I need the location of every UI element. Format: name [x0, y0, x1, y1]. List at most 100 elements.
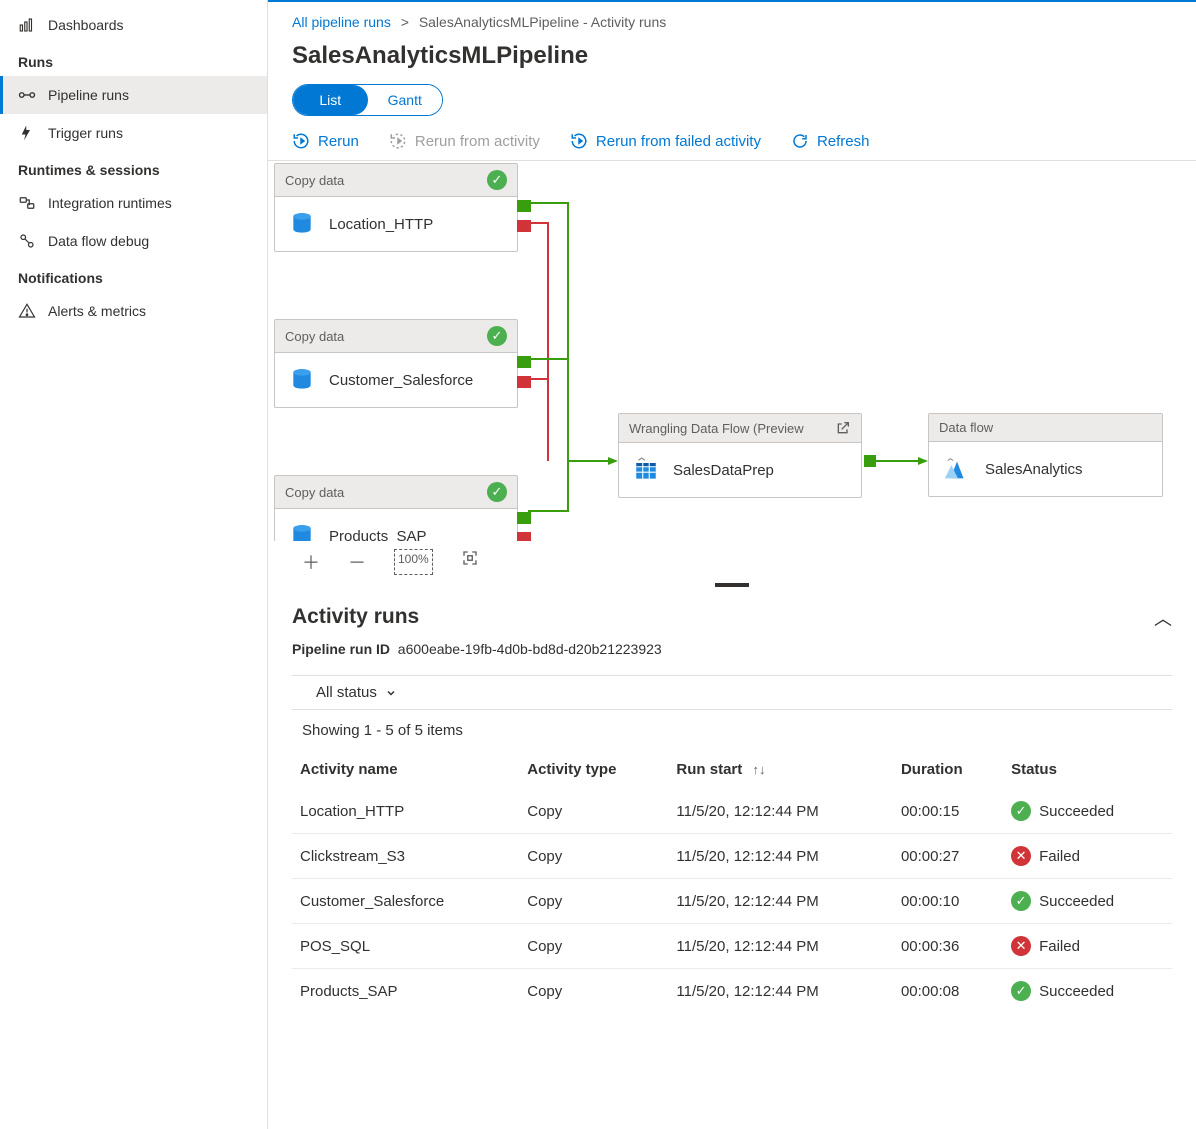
status-success-icon: ✓ [487, 170, 507, 190]
table-row[interactable]: Location_HTTPCopy11/5/20, 12:12:44 PM00:… [292, 789, 1172, 834]
dataflow-debug-icon [18, 232, 36, 250]
view-toggle-list[interactable]: List [293, 85, 368, 115]
table-row[interactable]: POS_SQLCopy11/5/20, 12:12:44 PM00:00:36✕… [292, 924, 1172, 969]
dashboard-icon [18, 16, 36, 34]
fit-to-screen-button[interactable] [461, 549, 479, 575]
status-success-icon: ✓ [487, 326, 507, 346]
cell-run-start: 11/5/20, 12:12:44 PM [668, 834, 893, 879]
node-title: SalesAnalytics [985, 461, 1083, 478]
sidebar-group-notifications: Notifications [0, 260, 267, 292]
cell-run-start: 11/5/20, 12:12:44 PM [668, 789, 893, 834]
sidebar-group-runs: Runs [0, 44, 267, 76]
rerun-from-activity-button: Rerun from activity [389, 132, 540, 150]
node-title: Location_HTTP [329, 216, 433, 233]
run-id-label: Pipeline run ID [292, 641, 390, 657]
cell-activity-name: Clickstream_S3 [292, 834, 519, 879]
sidebar-item-pipeline-runs[interactable]: Pipeline runs [0, 76, 267, 114]
view-toggle-gantt[interactable]: Gantt [368, 85, 443, 115]
database-icon [289, 523, 315, 541]
activity-node-salesdataprep[interactable]: Wrangling Data Flow (Preview SalesDataPr… [618, 413, 862, 498]
canvas-zoom-toolbar: ＋ － 100% [268, 541, 1196, 583]
cell-activity-name: Customer_Salesforce [292, 879, 519, 924]
cell-run-start: 11/5/20, 12:12:44 PM [668, 879, 893, 924]
main-content: All pipeline runs > SalesAnalyticsMLPipe… [268, 0, 1196, 1129]
failed-icon: ✕ [1011, 846, 1031, 866]
sidebar-item-label: Data flow debug [48, 233, 149, 249]
zoom-reset-button[interactable]: 100% [394, 549, 433, 575]
node-title: Customer_Salesforce [329, 372, 473, 389]
cell-duration: 00:00:27 [893, 834, 1003, 879]
toolbar: Rerun Rerun from activity Rerun from fai… [268, 116, 1196, 161]
node-type-label: Copy data [285, 485, 344, 500]
view-toggle: List Gantt [292, 84, 443, 116]
cell-duration: 00:00:15 [893, 789, 1003, 834]
database-icon [289, 367, 315, 393]
node-type-label: Copy data [285, 173, 344, 188]
node-type-label: Wrangling Data Flow (Preview [629, 421, 804, 436]
success-icon: ✓ [1011, 801, 1031, 821]
cell-status: ✕Failed [1003, 924, 1172, 969]
cell-activity-type: Copy [519, 789, 668, 834]
pipeline-icon [18, 86, 36, 104]
sidebar: Dashboards Runs Pipeline runs Trigger ru… [0, 0, 268, 1129]
sidebar-group-runtimes: Runtimes & sessions [0, 152, 267, 184]
showing-text: Showing 1 - 5 of 5 items [268, 710, 1196, 751]
table-icon [633, 457, 659, 483]
sidebar-item-alerts[interactable]: Alerts & metrics [0, 292, 267, 330]
col-run-start[interactable]: Run start ↑↓ [668, 751, 893, 789]
activity-node-products-sap[interactable]: Copy data ✓ Products_SAP [274, 475, 518, 541]
col-activity-type[interactable]: Activity type [519, 751, 668, 789]
cell-activity-type: Copy [519, 879, 668, 924]
sidebar-item-label: Dashboards [48, 17, 124, 33]
cell-status: ✓Succeeded [1003, 879, 1172, 924]
page-title: SalesAnalyticsMLPipeline [268, 34, 1196, 84]
success-icon: ✓ [1011, 981, 1031, 1001]
dataflow-icon [943, 456, 971, 482]
table-row[interactable]: Products_SAPCopy11/5/20, 12:12:44 PM00:0… [292, 969, 1172, 1014]
rerun-from-failed-button[interactable]: Rerun from failed activity [570, 132, 761, 150]
sidebar-item-trigger-runs[interactable]: Trigger runs [0, 114, 267, 152]
pipeline-canvas[interactable]: Copy data ✓ Location_HTTP Copy data ✓ Cu… [268, 161, 1196, 541]
sort-icon: ↑↓ [752, 762, 765, 777]
sidebar-item-data-flow-debug[interactable]: Data flow debug [0, 222, 267, 260]
cell-duration: 00:00:08 [893, 969, 1003, 1014]
sidebar-item-label: Trigger runs [48, 125, 123, 141]
refresh-button[interactable]: Refresh [791, 132, 870, 150]
activity-node-customer-salesforce[interactable]: Copy data ✓ Customer_Salesforce [274, 319, 518, 408]
open-external-icon[interactable] [835, 420, 851, 436]
sidebar-item-integration-runtimes[interactable]: Integration runtimes [0, 184, 267, 222]
cell-duration: 00:00:36 [893, 924, 1003, 969]
breadcrumb-current: SalesAnalyticsMLPipeline - Activity runs [419, 14, 666, 30]
zoom-in-button[interactable]: ＋ [302, 549, 320, 575]
status-filter-dropdown[interactable]: All status [316, 684, 397, 701]
cell-status: ✓Succeeded [1003, 789, 1172, 834]
sidebar-item-dashboards[interactable]: Dashboards [0, 6, 267, 44]
cell-activity-name: Products_SAP [292, 969, 519, 1014]
chevron-down-icon [385, 687, 397, 699]
panel-resize-handle[interactable] [268, 583, 1196, 591]
activity-node-salesanalytics[interactable]: Data flow SalesAnalytics [928, 413, 1163, 497]
activity-node-location-http[interactable]: Copy data ✓ Location_HTTP [274, 163, 518, 252]
col-status[interactable]: Status [1003, 751, 1172, 789]
rerun-button[interactable]: Rerun [292, 132, 359, 150]
cell-duration: 00:00:10 [893, 879, 1003, 924]
cell-activity-name: Location_HTTP [292, 789, 519, 834]
pipeline-run-id-row: Pipeline run ID a600eabe-19fb-4d0b-bd8d-… [268, 635, 1196, 671]
alert-icon [18, 302, 36, 320]
node-type-label: Copy data [285, 329, 344, 344]
cell-activity-type: Copy [519, 834, 668, 879]
cell-status: ✓Succeeded [1003, 969, 1172, 1014]
table-row[interactable]: Clickstream_S3Copy11/5/20, 12:12:44 PM00… [292, 834, 1172, 879]
cell-activity-name: POS_SQL [292, 924, 519, 969]
sidebar-item-label: Integration runtimes [48, 195, 172, 211]
breadcrumb-root[interactable]: All pipeline runs [292, 14, 391, 30]
collapse-button[interactable]: ︿ [1154, 605, 1172, 631]
sidebar-item-label: Pipeline runs [48, 87, 129, 103]
cell-activity-type: Copy [519, 924, 668, 969]
table-row[interactable]: Customer_SalesforceCopy11/5/20, 12:12:44… [292, 879, 1172, 924]
zoom-out-button[interactable]: － [348, 549, 366, 575]
activity-runs-title: Activity runs [292, 605, 419, 629]
trigger-icon [18, 124, 36, 142]
col-duration[interactable]: Duration [893, 751, 1003, 789]
col-activity-name[interactable]: Activity name [292, 751, 519, 789]
